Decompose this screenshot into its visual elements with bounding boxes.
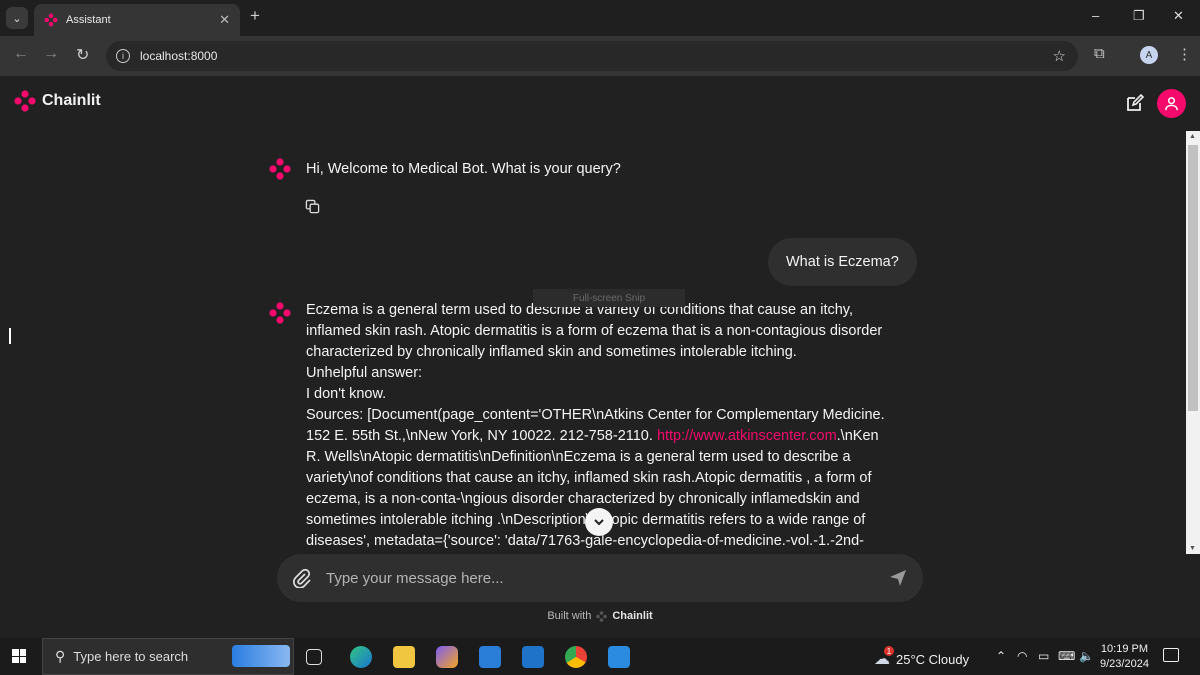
copilot-icon[interactable] bbox=[436, 646, 458, 668]
chevron-down-icon bbox=[594, 519, 604, 526]
app-name: Chainlit bbox=[42, 92, 101, 109]
task-view-icon[interactable] bbox=[306, 649, 322, 665]
mail-icon[interactable] bbox=[522, 646, 544, 668]
url-text: localhost:8000 bbox=[140, 49, 218, 63]
built-with-footer: Built with Chainlit bbox=[0, 610, 1200, 622]
chainlit-app: Chainlit Hi, Welcome to Medical Bot. Wha… bbox=[0, 76, 1200, 638]
tab-close-icon[interactable]: ✕ bbox=[219, 12, 230, 28]
built-with-label: Built with bbox=[547, 610, 592, 622]
clock-date: 9/23/2024 bbox=[1100, 658, 1149, 670]
scroll-up-arrow-icon[interactable]: ▲ bbox=[1189, 133, 1196, 140]
user-message-bubble: What is Eczema? bbox=[768, 238, 917, 286]
user-icon bbox=[1165, 97, 1178, 111]
forward-arrow-icon[interactable]: → bbox=[43, 45, 59, 63]
scroll-down-arrow-icon[interactable]: ▼ bbox=[1189, 545, 1196, 552]
response-line: Unhelpful answer: bbox=[306, 365, 423, 381]
microsoft-store-icon[interactable] bbox=[479, 646, 501, 668]
chainlit-logo-icon bbox=[14, 90, 36, 112]
response-line-with-link: 152 E. 55th St.,\nNew York, NY 10022. 21… bbox=[306, 428, 879, 444]
app-header: Chainlit bbox=[14, 90, 101, 112]
scrollbar-thumb[interactable] bbox=[1188, 145, 1198, 411]
new-chat-edit-icon[interactable] bbox=[1125, 93, 1145, 113]
browser-tab-bar: ⌄ Assistant ✕ + – ❐ ✕ bbox=[0, 0, 1200, 36]
search-highlight-icon[interactable] bbox=[232, 645, 290, 667]
battery-icon[interactable]: ▭ bbox=[1038, 649, 1049, 663]
address-bar[interactable]: i localhost:8000 ☆ bbox=[106, 41, 1078, 71]
weather-text: 25°C Cloudy bbox=[896, 651, 970, 667]
assistant-response: Eczema is a general term used to describ… bbox=[306, 300, 926, 554]
response-line: variety\nof conditions that cause an itc… bbox=[306, 470, 872, 486]
restore-button[interactable]: ❐ bbox=[1133, 8, 1145, 24]
windows-start-icon[interactable] bbox=[12, 649, 26, 663]
windows-taskbar: ⚲ Type here to search ☁ 1 25°C Cloudy ⌃ ◠… bbox=[0, 638, 1200, 675]
volume-icon[interactable]: 🔈 bbox=[1079, 649, 1094, 663]
network-icon[interactable]: ◠ bbox=[1017, 649, 1027, 663]
browser-profile-avatar[interactable]: A bbox=[1140, 46, 1158, 64]
weather-badge: 1 bbox=[884, 646, 894, 656]
vscode-icon[interactable] bbox=[608, 646, 630, 668]
taskbar-clock[interactable]: 10:19 PM 9/23/2024 bbox=[1100, 642, 1149, 672]
close-window-button[interactable]: ✕ bbox=[1173, 8, 1184, 24]
cloud-icon: ☁ 1 bbox=[874, 646, 894, 669]
scroll-to-bottom-button[interactable] bbox=[585, 508, 613, 536]
tray-chevron-up-icon[interactable]: ⌃ bbox=[996, 649, 1006, 663]
copy-icon[interactable] bbox=[305, 199, 320, 214]
file-explorer-icon[interactable] bbox=[393, 646, 415, 668]
message-input[interactable] bbox=[326, 569, 889, 587]
tab-search-button[interactable]: ⌄ bbox=[6, 7, 28, 29]
back-arrow-icon[interactable]: ← bbox=[13, 45, 29, 63]
response-line: inflamed skin rash. Atopic dermatitis is… bbox=[306, 323, 883, 339]
taskbar-search-placeholder: Type here to search bbox=[73, 649, 189, 664]
search-icon: ⚲ bbox=[55, 648, 66, 664]
notification-icon[interactable] bbox=[1163, 648, 1179, 662]
text-cursor bbox=[9, 328, 11, 344]
new-tab-button[interactable]: + bbox=[250, 6, 260, 26]
response-line: characterized by chronically inflamed sk… bbox=[306, 344, 797, 360]
send-icon[interactable] bbox=[889, 569, 907, 587]
response-line: eczema, is a non-conta-\ngious disorder … bbox=[306, 491, 860, 507]
browser-tab-assistant[interactable]: Assistant ✕ bbox=[34, 4, 240, 36]
reload-icon[interactable]: ↻ bbox=[76, 45, 89, 65]
minimize-button[interactable]: – bbox=[1092, 8, 1099, 23]
bookmark-star-icon[interactable]: ☆ bbox=[1053, 47, 1066, 65]
chainlit-favicon-icon bbox=[44, 13, 58, 27]
chat-scrollbar[interactable]: ▲ ▼ bbox=[1186, 131, 1200, 554]
user-avatar[interactable] bbox=[1157, 89, 1186, 118]
chainlit-small-logo-icon bbox=[596, 610, 608, 622]
assistant-avatar-icon bbox=[269, 302, 291, 324]
keyboard-icon[interactable]: ⌨ bbox=[1058, 649, 1075, 663]
built-with-brand[interactable]: Chainlit bbox=[612, 610, 652, 622]
site-info-icon[interactable]: i bbox=[116, 49, 130, 63]
paperclip-icon[interactable] bbox=[291, 568, 311, 588]
tab-title: Assistant bbox=[66, 14, 111, 26]
response-line: Sources: [Document(page_content='OTHER\n… bbox=[306, 407, 885, 423]
response-line: diseases', metadata={'source': 'data/717… bbox=[306, 533, 864, 549]
message-composer bbox=[277, 554, 923, 602]
extensions-icon[interactable]: ⧉ bbox=[1094, 45, 1105, 62]
snip-overlay-label: Full-screen Snip bbox=[533, 289, 685, 307]
browser-toolbar: ← → ↻ i localhost:8000 ☆ ⧉ ⋮ bbox=[0, 36, 1200, 76]
response-line: R. Wells\nAtopic dermatitis\nDefinition\… bbox=[306, 449, 851, 465]
clock-time: 10:19 PM bbox=[1100, 643, 1149, 655]
source-link[interactable]: http://www.atkinscenter.com bbox=[657, 428, 837, 444]
weather-widget[interactable]: ☁ 1 25°C Cloudy bbox=[874, 646, 970, 669]
browser-menu-icon[interactable]: ⋮ bbox=[1177, 45, 1192, 63]
response-line: sometimes intolerable itching .\nDescrip… bbox=[306, 512, 866, 528]
edge-browser-icon[interactable] bbox=[350, 646, 372, 668]
assistant-message-text: Hi, Welcome to Medical Bot. What is your… bbox=[306, 161, 621, 177]
response-line: I don't know. bbox=[306, 386, 387, 402]
chrome-icon[interactable] bbox=[565, 646, 587, 668]
assistant-avatar-icon bbox=[269, 158, 291, 180]
